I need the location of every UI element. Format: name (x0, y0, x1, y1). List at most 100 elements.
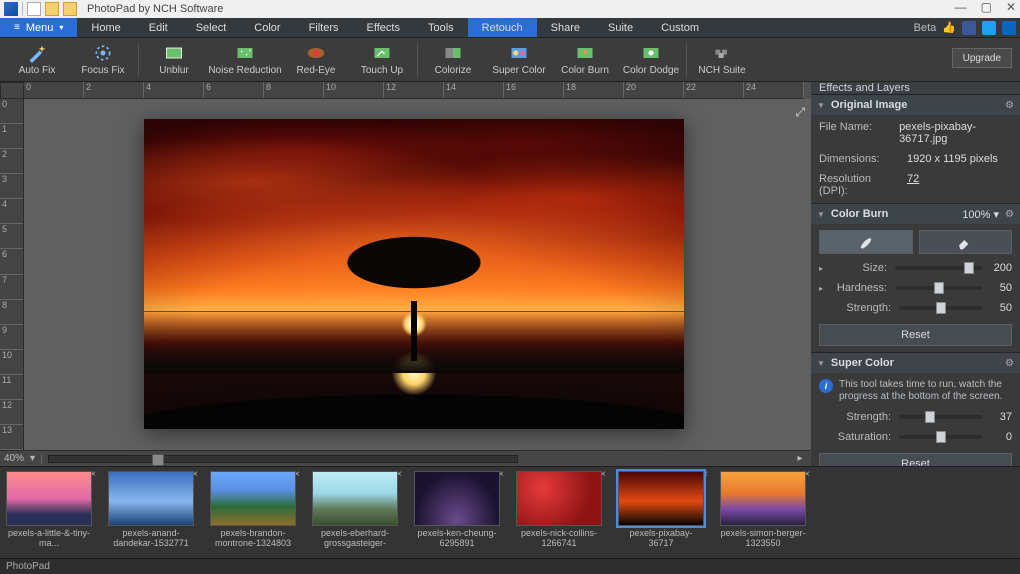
section-head-colorburn[interactable]: ▼ Color Burn 100% ▾ ⚙ (811, 204, 1020, 224)
section-original-image: ▼ Original Image ⚙ File Name:pexels-pixa… (811, 95, 1020, 204)
sc-strength-slider[interactable]: Strength: 37 (819, 411, 1012, 423)
section-head-supercolor[interactable]: ▼ Super Color ⚙ (811, 353, 1020, 373)
zoom-value[interactable]: 40% (4, 453, 24, 464)
toolbar-sep (417, 43, 418, 77)
ruler-vertical: 01 23 45 67 89 1011 1213 (0, 99, 24, 450)
tool-color-burn[interactable]: Color Burn (552, 38, 618, 82)
tool-nch-suite[interactable]: NCH Suite (689, 38, 755, 82)
size-slider[interactable]: ▸ Size: 200 (819, 262, 1012, 274)
colorize-icon (441, 43, 465, 63)
tab-share[interactable]: Share (537, 18, 594, 37)
section-head-original[interactable]: ▼ Original Image ⚙ (811, 95, 1020, 115)
magic-wand-icon (25, 43, 49, 63)
info-message: i This tool takes time to run, watch the… (819, 379, 1012, 403)
tool-touch-up[interactable]: Touch Up (349, 38, 415, 82)
strength-slider[interactable]: Strength: 50 (819, 302, 1012, 314)
thumb-item[interactable]: ×pexels-ken-cheung-6295891 (414, 471, 500, 558)
status-text: PhotoPad (6, 561, 50, 572)
thumb-item[interactable]: ×pexels-eberhard-grossgasteiger-4434... (312, 471, 398, 558)
color-burn-icon (573, 43, 597, 63)
tool-colorize[interactable]: Colorize (420, 38, 486, 82)
side-panel: Effects and Layers ▼ Original Image ⚙ Fi… (811, 82, 1020, 466)
expand-icon[interactable]: ▸ (819, 264, 823, 273)
upgrade-button[interactable]: Upgrade (952, 48, 1012, 68)
horizontal-scrollbar[interactable] (48, 455, 518, 463)
tab-suite[interactable]: Suite (594, 18, 647, 37)
sharpen-icon (162, 43, 186, 63)
beta-label: Beta (914, 22, 937, 34)
status-bar: PhotoPad (0, 558, 1020, 574)
original-dpi[interactable]: 72 (907, 173, 919, 197)
minimize-button[interactable]: — (955, 0, 967, 14)
facebook-icon[interactable] (962, 21, 976, 35)
reset-button[interactable]: Reset (819, 324, 1012, 346)
tab-retouch[interactable]: Retouch (468, 18, 537, 37)
thumbnail-strip: ×pexels-a-little-&-tiny-ma... ×pexels-an… (0, 466, 1020, 558)
gear-icon[interactable]: ⚙ (1005, 358, 1014, 369)
layer-opacity[interactable]: 100% ▾ (962, 208, 999, 221)
new-icon[interactable] (27, 2, 41, 16)
zoom-dropdown-icon[interactable]: ▾ (30, 453, 35, 464)
brush-tool-button[interactable] (819, 230, 913, 254)
tab-filters[interactable]: Filters (295, 18, 353, 37)
maximize-button[interactable]: ▢ (981, 0, 992, 14)
sc-saturation-slider[interactable]: Saturation: 0 (819, 431, 1012, 443)
tool-super-color[interactable]: Super Color (486, 38, 552, 82)
thumb-item[interactable]: ×pexels-brandon-montrone-1324803 (210, 471, 296, 558)
fullscreen-icon[interactable]: ⤢ (795, 105, 803, 120)
tool-noise-reduction[interactable]: Noise Reduction (207, 38, 283, 82)
eraser-tool-button[interactable] (919, 230, 1013, 254)
thumb-item[interactable]: ×pexels-a-little-&-tiny-ma... (6, 471, 92, 558)
side-panel-title: Effects and Layers (811, 82, 1020, 95)
hardness-slider[interactable]: ▸ Hardness: 50 (819, 282, 1012, 294)
close-button[interactable]: ✕ (1006, 0, 1016, 14)
main-area: 02 46 810 1214 1618 2022 24 01 23 45 67 … (0, 82, 1020, 466)
thumb-item[interactable]: ×pexels-nick-collins-1266741 (516, 471, 602, 558)
tool-red-eye[interactable]: Red-Eye (283, 38, 349, 82)
app-title: PhotoPad by NCH Software (87, 3, 223, 15)
tab-edit[interactable]: Edit (135, 18, 182, 37)
gear-icon[interactable]: ⚙ (1005, 100, 1014, 111)
tool-color-dodge[interactable]: Color Dodge (618, 38, 684, 82)
brush-icon (370, 43, 394, 63)
zoom-bar: 40% ▾ ▸ (0, 450, 811, 466)
tab-custom[interactable]: Custom (647, 18, 713, 37)
save-icon[interactable] (63, 2, 77, 16)
scroll-right-icon[interactable]: ▸ (793, 453, 807, 464)
tool-focus-fix[interactable]: Focus Fix (70, 38, 136, 82)
tab-color[interactable]: Color (240, 18, 294, 37)
thumb-item[interactable]: ×pexels-pixabay-36717 (618, 471, 704, 558)
target-icon (91, 43, 115, 63)
chevron-down-icon: ▼ (817, 210, 825, 219)
tab-tools[interactable]: Tools (414, 18, 468, 37)
thumb-item[interactable]: ×pexels-anand-dandekar-1532771 (108, 471, 194, 558)
tool-unblur[interactable]: Unblur (141, 38, 207, 82)
super-color-icon (507, 43, 531, 63)
linkedin-icon[interactable] (1002, 21, 1016, 35)
menubar: ≡ Menu Home Edit Select Color Filters Ef… (0, 18, 1020, 38)
expand-icon[interactable]: ▸ (819, 284, 823, 293)
canvas-image[interactable] (144, 119, 684, 429)
like-icon[interactable]: 👍 (942, 21, 956, 34)
tab-select[interactable]: Select (182, 18, 241, 37)
titlebar: PhotoPad by NCH Software — ▢ ✕ (0, 0, 1020, 18)
eye-icon (304, 43, 328, 63)
window-controls: — ▢ ✕ (955, 0, 1016, 14)
section-color-burn: ▼ Color Burn 100% ▾ ⚙ ▸ Size: 200 (811, 204, 1020, 353)
original-dimensions: 1920 x 1195 pixels (907, 153, 998, 165)
tab-effects[interactable]: Effects (353, 18, 414, 37)
thumb-item[interactable]: ×pexels-simon-berger-1323550 (720, 471, 806, 558)
noise-icon (233, 43, 257, 63)
gear-icon[interactable]: ⚙ (1005, 209, 1014, 220)
suite-icon (710, 43, 734, 63)
ruler-horizontal: 02 46 810 1214 1618 2022 24 (24, 82, 804, 99)
quick-access-toolbar (4, 2, 77, 16)
tab-home[interactable]: Home (77, 18, 134, 37)
menu-button[interactable]: ≡ Menu (0, 18, 77, 37)
open-icon[interactable] (45, 2, 59, 16)
app-icon (4, 2, 18, 16)
chevron-down-icon: ▼ (817, 101, 825, 110)
canvas-stage[interactable]: ⤢ (24, 99, 811, 450)
twitter-icon[interactable] (982, 21, 996, 35)
tool-auto-fix[interactable]: Auto Fix (4, 38, 70, 82)
